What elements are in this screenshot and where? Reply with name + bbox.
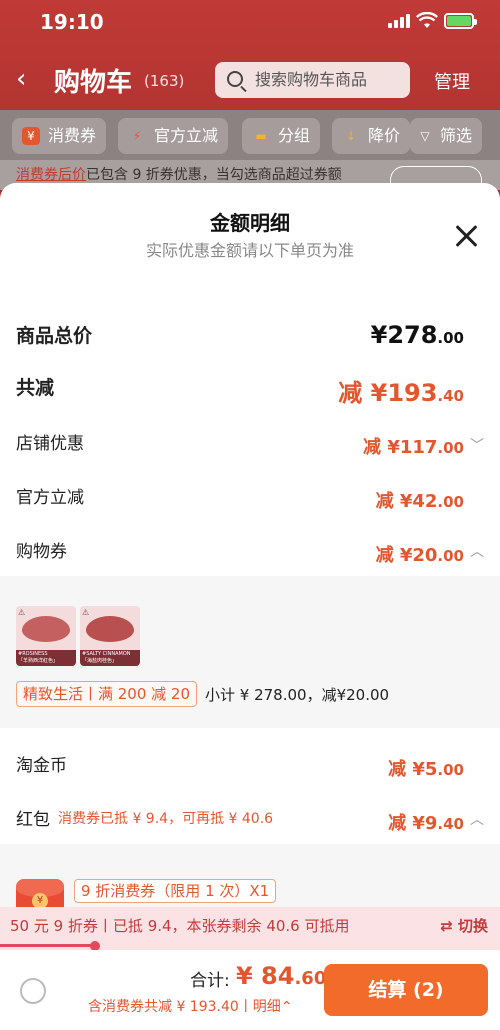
sheet-subtitle: 实际优惠金额请以下单页为准 bbox=[145, 241, 354, 260]
close-icon[interactable] bbox=[454, 223, 480, 249]
filter-chip-group[interactable]: ▬ 分组 bbox=[242, 118, 321, 154]
filter-chip-filter[interactable]: ▽ 筛选 bbox=[410, 118, 483, 154]
coupon-icon: ¥ bbox=[22, 127, 40, 145]
product-thumbnail[interactable]: ⚠ #ROSINESS 「羊熟西洋紅色」 bbox=[16, 606, 76, 666]
official-value: 减 ¥42.00 bbox=[375, 491, 464, 512]
battery-icon bbox=[444, 13, 477, 29]
coupon-usage-text: 50 元 9 折券丨已抵 9.4，本张券剩余 40.6 可抵用 bbox=[10, 917, 350, 935]
product-tag: #ROSINESS 「羊熟西洋紅色」 bbox=[16, 650, 76, 666]
total-price-row: 商品总价 ¥278.00 bbox=[0, 321, 500, 361]
chevron-up-icon: ︿ bbox=[470, 812, 484, 828]
switch-button[interactable]: ⇄ 切换 bbox=[440, 907, 488, 945]
filter-bar: ¥ 消费券 ⚡ 官方立减 ▬ 分组 ↓ 降价 ▽ 筛选 bbox=[0, 110, 500, 166]
filter-label: 筛选 bbox=[440, 126, 473, 145]
warning-icon: ⚠ bbox=[82, 608, 90, 617]
notice-text: 已包含 9 折券优惠，当勾选商品超过券额 bbox=[86, 167, 342, 183]
signal-icon bbox=[388, 14, 410, 28]
sheet-title: 金额明细 bbox=[210, 211, 290, 235]
search-placeholder: 搜索购物车商品 bbox=[255, 70, 368, 89]
total-discount-row: 共减 减 ¥193.40 bbox=[0, 373, 500, 413]
search-input[interactable]: 搜索购物车商品 bbox=[215, 62, 410, 98]
voucher-row[interactable]: 购物券 减 ¥20.00 ︿ bbox=[0, 537, 500, 577]
voucher-value: 减 ¥20.00 bbox=[375, 545, 464, 566]
notice-highlight[interactable]: 消费券后价 bbox=[16, 167, 86, 183]
filter-chip-price-drop[interactable]: ↓ 降价 bbox=[332, 118, 411, 154]
filter-label: 官方立减 bbox=[154, 126, 219, 145]
lip-image bbox=[22, 616, 70, 642]
filter-icon: ▽ bbox=[420, 129, 430, 143]
official-label: 官方立减 bbox=[16, 488, 84, 508]
amount-detail-sheet: 金额明细 实际优惠金额请以下单页为准 商品总价 ¥278.00 共减 减 ¥19… bbox=[0, 183, 500, 1030]
coupon-progress-fill bbox=[0, 944, 95, 947]
down-arrow-icon: ↓ bbox=[345, 129, 357, 143]
chevron-up-icon: ︿ bbox=[470, 544, 484, 560]
total-label: 商品总价 bbox=[16, 325, 93, 347]
sum-label: 合计: bbox=[190, 971, 230, 991]
filter-label: 消费券 bbox=[48, 126, 97, 145]
filter-chip-official[interactable]: ⚡ 官方立减 bbox=[118, 118, 229, 154]
discount-label: 共减 bbox=[16, 377, 55, 399]
filter-label: 分组 bbox=[278, 126, 311, 145]
redpacket-value: 减 ¥9.40 bbox=[388, 813, 464, 834]
gold-coin-row: 淘金币 减 ¥5.00 bbox=[0, 751, 500, 791]
manage-button[interactable]: 管理 bbox=[434, 68, 470, 94]
voucher-label: 购物券 bbox=[16, 542, 67, 562]
status-time: 19:10 bbox=[40, 10, 104, 34]
store-value: 减 ¥117.00 bbox=[363, 437, 464, 458]
wifi-icon bbox=[416, 12, 438, 28]
lightning-icon: ⚡ bbox=[132, 129, 142, 143]
gold-value: 减 ¥5.00 bbox=[388, 759, 464, 780]
back-icon[interactable]: ‹ bbox=[16, 64, 26, 94]
checkout-button[interactable]: 结算 (2) bbox=[324, 964, 488, 1016]
search-icon bbox=[227, 71, 243, 87]
gold-label: 淘金币 bbox=[16, 756, 67, 776]
discount-value: 减 ¥193.40 bbox=[338, 379, 464, 407]
coupon-usage-bar: 50 元 9 折券丨已抵 9.4，本张券剩余 40.6 可抵用 ⇄ 切换 bbox=[0, 907, 500, 945]
filter-label: 降价 bbox=[368, 126, 401, 145]
cart-count: (163) bbox=[144, 72, 185, 90]
status-bar: 19:10 bbox=[0, 0, 500, 44]
red-packet-row[interactable]: 红包 消费券已抵 ¥ 9.4，可再抵 ¥ 40.6 减 ¥9.40 ︿ bbox=[0, 805, 500, 845]
store-label: 店铺优惠 bbox=[16, 434, 84, 454]
redpacket-label: 红包 bbox=[16, 810, 50, 830]
promo-tag: 精致生活丨满 200 减 20 bbox=[16, 681, 198, 707]
chevron-down-icon: ﹀ bbox=[470, 438, 484, 454]
warning-icon: ⚠ bbox=[18, 608, 26, 617]
subtotal-text: 小计 ¥ 278.00，减¥20.00 bbox=[205, 686, 390, 704]
checkout-bar: 合计: ¥ 84.60 含消费券共减 ¥ 193.40丨明细⌃ 结算 (2) bbox=[0, 950, 500, 1030]
store-discount-row[interactable]: 店铺优惠 减 ¥117.00 ﹀ bbox=[0, 429, 500, 469]
total-value: ¥278.00 bbox=[370, 321, 464, 349]
lip-image bbox=[86, 616, 134, 642]
page-title: 购物车 bbox=[54, 68, 133, 98]
folder-icon: ▬ bbox=[255, 129, 267, 143]
navbar: ‹ 购物车 (163) 搜索购物车商品 管理 bbox=[0, 56, 500, 104]
sum-detail-link[interactable]: 含消费券共减 ¥ 193.40丨明细⌃ bbox=[88, 996, 293, 1016]
select-all-radio[interactable] bbox=[20, 978, 46, 1004]
redpacket-note: 消费券已抵 ¥ 9.4，可再抵 ¥ 40.6 bbox=[58, 811, 274, 827]
sum-value: ¥ 84.60 bbox=[236, 962, 327, 990]
red-packet-detail-section: ¥ 9 折消费券（限用 1 次）X1 bbox=[0, 844, 500, 927]
coupon-tag: 9 折消费券（限用 1 次）X1 bbox=[74, 879, 277, 903]
product-tag: #SALTY CINNAMON 「海盐肉桂色」 bbox=[80, 650, 140, 666]
official-discount-row: 官方立减 减 ¥42.00 bbox=[0, 483, 500, 523]
filter-chip-coupon[interactable]: ¥ 消费券 bbox=[12, 118, 107, 154]
voucher-detail-section: ⚠ #ROSINESS 「羊熟西洋紅色」 ⚠ #SALTY CINNAMON 「海盐… bbox=[0, 576, 500, 728]
product-thumbnail[interactable]: ⚠ #SALTY CINNAMON 「海盐肉桂色」 bbox=[80, 606, 140, 666]
